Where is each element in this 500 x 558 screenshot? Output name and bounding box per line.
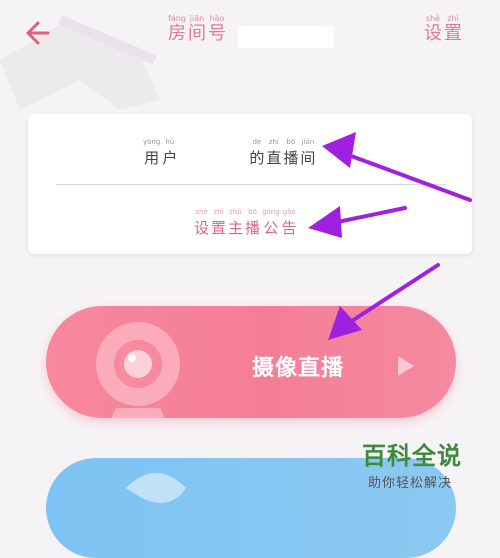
user-live-room-row[interactable]: yòng 用 hù 户 de 的 zhí 直 bō 播 jiān 间 xyxy=(143,138,393,168)
user-char: hù 户 xyxy=(162,138,178,167)
settings-button[interactable]: shè 设 zhì 置 xyxy=(424,14,464,45)
user-char: yòng 用 xyxy=(143,138,161,167)
user-char: bō 播 xyxy=(283,138,299,167)
watermark-logo: 百科全说 助你轻松解决 xyxy=(362,434,496,496)
notice-char: zhǔ 主 xyxy=(228,208,244,237)
title-char: fáng 房 xyxy=(168,14,186,44)
user-char: zhí 直 xyxy=(266,138,282,167)
redacted-room-number xyxy=(238,26,334,48)
notice-char: bō 播 xyxy=(245,208,261,237)
back-arrow-icon[interactable] xyxy=(22,18,56,48)
user-char: de 的 xyxy=(249,138,265,167)
camera-icon xyxy=(96,322,180,418)
notice-char: zhì 置 xyxy=(211,208,227,237)
redacted-username xyxy=(179,138,249,168)
title-chars: fáng 房 jiān 间 hào 号 xyxy=(168,14,228,45)
settings-char: shè 设 xyxy=(424,14,442,44)
page-title: fáng 房 jiān 间 hào 号 xyxy=(168,14,228,45)
camera-live-button[interactable]: 摄像直播 xyxy=(46,306,456,418)
camera-live-label: 摄像直播 xyxy=(252,356,345,381)
settings-char: zhì 置 xyxy=(444,14,462,44)
play-triangle-icon xyxy=(398,356,414,376)
notice-char: shè 设 xyxy=(194,208,210,237)
top-bar: fáng 房 jiān 间 hào 号 shè 设 zhì 置 xyxy=(0,0,500,70)
set-anchor-notice-button[interactable]: shè 设 zhì 置 zhǔ 主 bō 播 gōng 公 gào 告 xyxy=(194,208,299,239)
notice-char: gào 告 xyxy=(281,208,297,237)
notice-char: gōng 公 xyxy=(262,208,280,237)
title-char: jiān 间 xyxy=(188,14,206,44)
room-info-card: yòng 用 hù 户 de 的 zhí 直 bō 播 jiān 间 shè 设 zhì 置 z… xyxy=(28,114,472,254)
divider xyxy=(56,184,446,185)
title-char: hào 号 xyxy=(208,14,226,44)
watermark-subtitle: 助你轻松解决 xyxy=(368,476,453,491)
watermark-title: 百科全说 xyxy=(362,442,462,470)
user-char: jiān 间 xyxy=(300,138,316,167)
